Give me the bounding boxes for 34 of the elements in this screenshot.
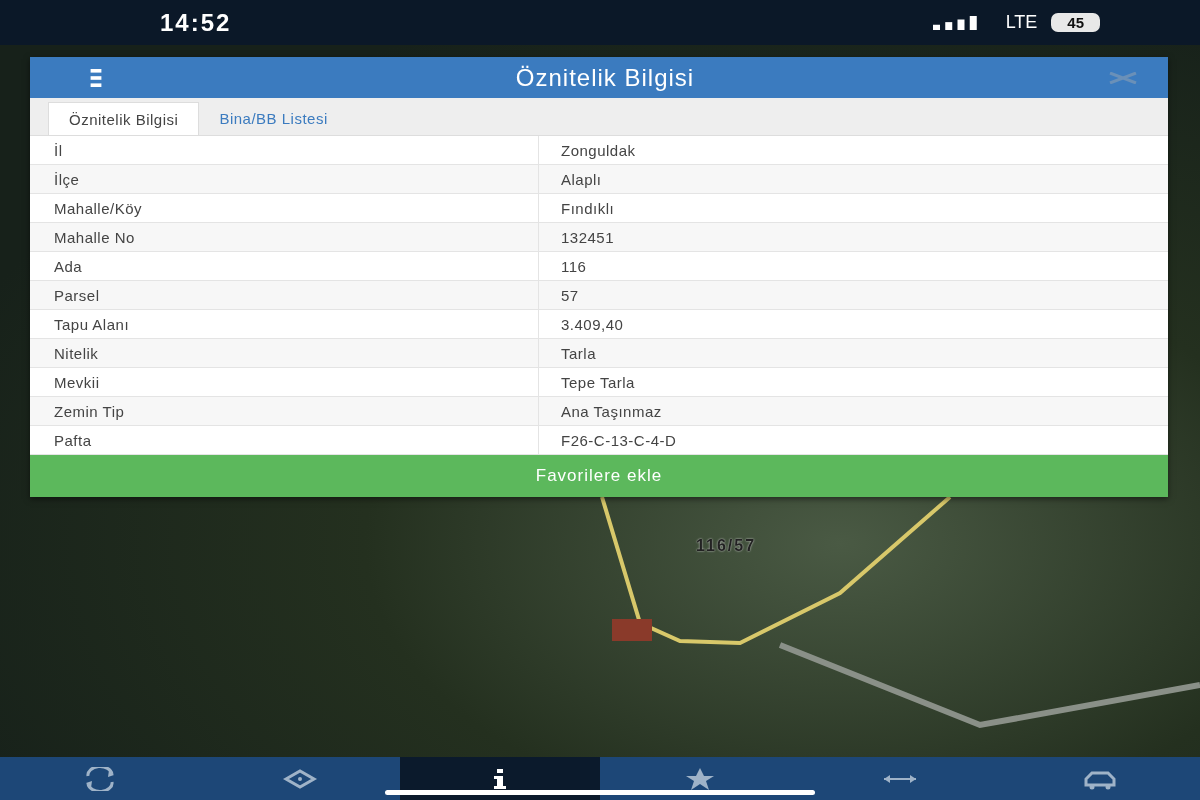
clock-time: 14:52 <box>160 8 232 37</box>
field-name: Ada <box>53 256 84 277</box>
field-value: 57 <box>538 281 1168 309</box>
field-value: Tarla <box>538 339 1168 367</box>
field-name: Zemin Tip <box>53 401 126 422</box>
field-name: Parsel <box>53 285 101 306</box>
field-name: Mevkii <box>53 372 101 393</box>
add-favorites-button[interactable]: Favorilere ekle <box>30 455 1168 497</box>
field-value: 3.409,40 <box>538 310 1168 338</box>
field-name: İlçe <box>53 169 81 190</box>
field-value: Ana Taşınmaz <box>538 397 1168 425</box>
field-name: Pafta <box>53 430 93 451</box>
network-type: LTE <box>1005 12 1038 33</box>
field-name: Tapu Alanı <box>53 314 131 335</box>
field-value: F26-C-13-C-4-D <box>538 426 1168 454</box>
field-value: 116 <box>538 252 1168 280</box>
field-value: Fındıklı <box>538 194 1168 222</box>
parcel-label: 116/57 <box>696 537 757 555</box>
menu-icon[interactable] <box>90 68 102 87</box>
field-name: Mahalle No <box>53 227 136 248</box>
field-value: 132451 <box>538 223 1168 251</box>
dialog-title: Öznitelik Bilgisi <box>515 63 695 92</box>
roof-shape <box>612 619 652 641</box>
tab[interactable]: Bina/BB Listesi <box>199 102 348 135</box>
field-name: İl <box>53 140 64 161</box>
double-arrow-icon <box>882 773 918 784</box>
field-name: Nitelik <box>53 343 100 364</box>
field-value: Alaplı <box>538 165 1168 193</box>
field-value: Zonguldak <box>538 136 1168 164</box>
field-name: Mahalle/Köy <box>53 198 144 219</box>
field-value: Tepe Tarla <box>538 368 1168 396</box>
battery-indicator: 45 <box>1051 13 1100 32</box>
tab[interactable]: Öznitelik Bilgisi <box>48 102 200 135</box>
nav-button[interactable] <box>400 757 600 800</box>
